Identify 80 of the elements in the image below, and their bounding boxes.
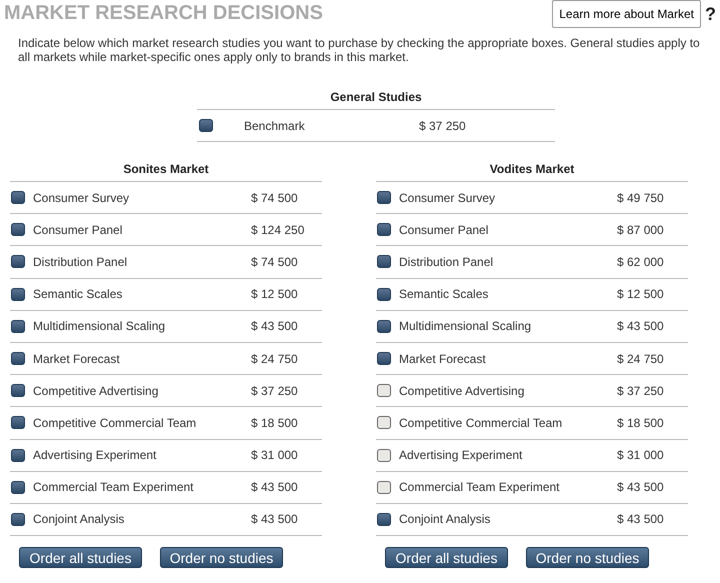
checkbox[interactable] [11, 512, 25, 526]
checkbox[interactable] [377, 480, 391, 494]
order-button[interactable]: Order no studies [160, 547, 283, 568]
checkbox[interactable] [377, 255, 391, 268]
intro-text: Indicate below which market research studies you want to purchase by checking the appropriate boxes. General studies apply to all markets while market-specific ones apply only to brands in this market. [18, 36, 701, 64]
order-button[interactable]: Order no studies [526, 547, 649, 568]
study-price: $ 31 000 [617, 448, 664, 462]
checkbox[interactable] [377, 191, 391, 204]
study-price: $ 37 250 [419, 118, 466, 132]
study-price: $ 12 500 [251, 287, 298, 302]
study-price: $ 74 500 [251, 190, 298, 205]
checkbox[interactable] [11, 255, 25, 268]
study-name: Market Forecast [33, 352, 121, 366]
study-price: $ 49 750 [617, 190, 664, 205]
study-name: Competitive Commercial Team [33, 416, 198, 430]
study-name: Multidimensional Scaling [33, 319, 166, 334]
study-price: $ 24 750 [617, 352, 664, 366]
checkbox[interactable] [11, 223, 25, 236]
checkbox[interactable] [377, 288, 391, 301]
study-price: $ 37 250 [251, 384, 298, 398]
checkbox[interactable] [377, 320, 391, 333]
checkbox[interactable] [11, 480, 25, 494]
study-price: $ 43 500 [251, 319, 298, 334]
study-price: $ 62 000 [617, 254, 664, 269]
study-price: $ 24 750 [251, 352, 298, 366]
study-name: Consumer Survey [33, 190, 130, 205]
study-price: $ 37 250 [617, 384, 664, 398]
study-name: Distribution Panel [399, 254, 494, 269]
study-name: Commercial Team Experiment [399, 480, 560, 494]
section-heading: Sonites Market [10, 162, 322, 182]
checkbox[interactable] [199, 119, 213, 132]
study-name: Multidimensional Scaling [399, 319, 532, 334]
study-name: Semantic Scales [399, 287, 490, 302]
study-name: Consumer Panel [33, 222, 124, 237]
study-price: $ 31 000 [251, 448, 298, 462]
section-heading: Vodites Market [376, 162, 688, 182]
study-price: $ 43 500 [617, 480, 664, 494]
study-name: Conjoint Analysis [399, 512, 492, 526]
study-price: $ 43 500 [251, 480, 298, 494]
study-price: $ 43 500 [617, 319, 664, 334]
study-name: Conjoint Analysis [33, 512, 126, 526]
section-heading: General Studies [197, 90, 555, 110]
checkbox[interactable] [11, 448, 25, 462]
study-name: Advertising Experiment [33, 448, 158, 462]
checkbox[interactable] [11, 288, 25, 301]
study-price: $ 12 500 [617, 287, 664, 302]
checkbox[interactable] [377, 512, 391, 526]
page-title: MARKET RESEARCH DECISIONS [3, 1, 323, 25]
study-name: Advertising Experiment [399, 448, 524, 462]
study-name: Market Forecast [399, 352, 487, 366]
checkbox[interactable] [377, 448, 391, 462]
checkbox[interactable] [377, 223, 391, 236]
checkbox[interactable] [11, 320, 25, 333]
order-button[interactable]: Order all studies [19, 547, 142, 568]
study-name: Competitive Advertising [33, 384, 160, 398]
checkbox[interactable] [11, 191, 25, 204]
checkbox[interactable] [377, 384, 391, 398]
study-name: Benchmark [244, 118, 306, 132]
study-price: $ 18 500 [617, 416, 664, 430]
study-price: $ 43 500 [617, 512, 664, 526]
help-icon[interactable]: ? [705, 0, 716, 25]
study-name: Distribution Panel [33, 254, 128, 269]
study-price: $ 87 000 [617, 222, 664, 237]
checkbox[interactable] [11, 384, 25, 398]
study-name: Commercial Team Experiment [33, 480, 194, 494]
checkbox[interactable] [377, 416, 391, 430]
study-name: Consumer Panel [399, 222, 490, 237]
learn-more-button[interactable]: Learn more about Market [552, 0, 701, 28]
study-name: Semantic Scales [33, 287, 124, 302]
checkbox[interactable] [11, 352, 25, 366]
study-name: Competitive Commercial Team [399, 416, 564, 430]
study-price: $ 18 500 [251, 416, 298, 430]
study-price: $ 124 250 [251, 222, 304, 237]
study-price: $ 74 500 [251, 254, 298, 269]
study-name: Competitive Advertising [399, 384, 526, 398]
study-price: $ 43 500 [251, 512, 298, 526]
checkbox[interactable] [11, 416, 25, 430]
study-name: Consumer Survey [399, 190, 496, 205]
order-button[interactable]: Order all studies [385, 547, 508, 568]
checkbox[interactable] [377, 352, 391, 366]
